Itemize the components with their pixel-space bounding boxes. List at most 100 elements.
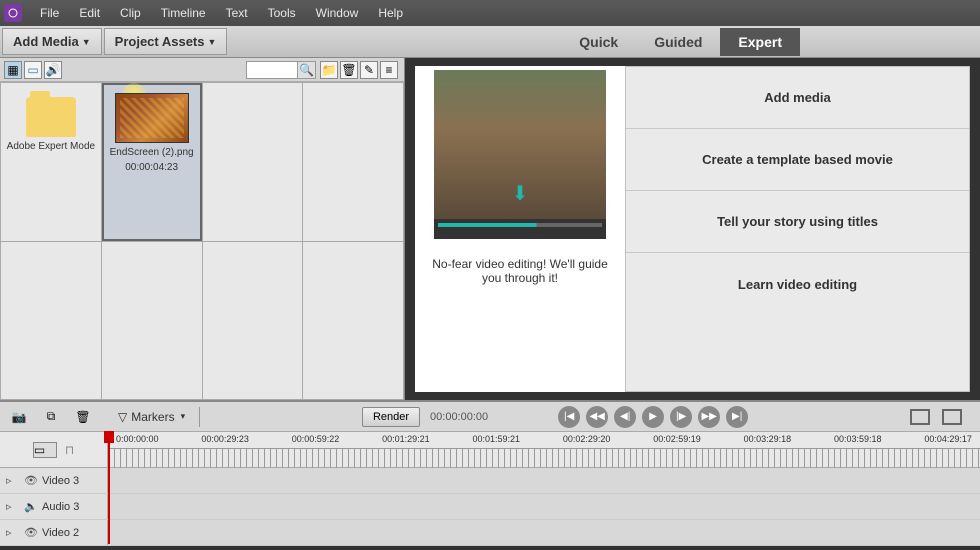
search-box: 🔍 bbox=[246, 61, 316, 79]
track-body[interactable] bbox=[108, 520, 980, 545]
ruler-tick: 00:01:29:21 bbox=[382, 434, 430, 446]
markers-dropdown[interactable]: ▽ Markers ▾ bbox=[118, 410, 185, 424]
step-back-button[interactable]: ◀◀ bbox=[586, 406, 608, 428]
eye-icon[interactable]: 👁 bbox=[24, 474, 36, 487]
marker-icon: ▽ bbox=[118, 410, 127, 424]
track-label: Video 2 bbox=[42, 527, 79, 539]
ruler-tick: 00:03:29:18 bbox=[744, 434, 792, 446]
track-header[interactable]: ▹ 👁 Video 2 bbox=[0, 520, 108, 545]
safe-margins-icon[interactable] bbox=[910, 409, 930, 425]
mode-tabs: Quick Guided Expert bbox=[561, 28, 800, 56]
preview-column: ⬇ No-fear video editing! We'll guide you… bbox=[415, 66, 625, 392]
menu-window[interactable]: Window bbox=[306, 6, 369, 20]
caret-down-icon: ▼ bbox=[82, 37, 91, 47]
toolbar: Add Media ▼ Project Assets ▼ Quick Guide… bbox=[0, 26, 980, 58]
timecode-display: 00:00:00:00 bbox=[430, 411, 488, 423]
eye-icon[interactable]: 👁 bbox=[24, 526, 36, 539]
panel-menu-icon[interactable]: ≡ bbox=[380, 61, 398, 79]
action-titles[interactable]: Tell your story using titles bbox=[626, 191, 969, 253]
transport-controls: |◀ ◀◀ ◀| ▶ |▶ ▶▶ ▶| bbox=[558, 406, 748, 428]
project-assets-label: Project Assets bbox=[115, 34, 205, 49]
ruler-tick: 00:02:29:20 bbox=[563, 434, 611, 446]
preview-thumbnail: ⬇ bbox=[434, 70, 606, 220]
ruler-tick: 0:00:00:00 bbox=[116, 434, 159, 446]
add-media-label: Add Media bbox=[13, 34, 79, 49]
zoom-slider-icon[interactable]: ▭ bbox=[33, 442, 57, 458]
ruler-tick: 00:02:59:19 bbox=[653, 434, 701, 446]
asset-folder-label: Adobe Expert Mode bbox=[7, 141, 95, 152]
menu-help[interactable]: Help bbox=[368, 6, 413, 20]
tag-icon[interactable]: ✎ bbox=[360, 61, 378, 79]
mode-expert[interactable]: Expert bbox=[720, 28, 800, 56]
track-header[interactable]: ▹ 👁 Video 3 bbox=[0, 468, 108, 493]
menu-edit[interactable]: Edit bbox=[69, 6, 110, 20]
trash-icon[interactable]: 🗑 bbox=[72, 406, 94, 428]
mode-guided[interactable]: Guided bbox=[636, 28, 720, 56]
welcome-caption: No-fear video editing! We'll guide you t… bbox=[415, 239, 625, 285]
ruler-tick: 00:00:29:23 bbox=[201, 434, 249, 446]
ruler-tick: 00:03:59:18 bbox=[834, 434, 882, 446]
track-body[interactable] bbox=[108, 494, 980, 519]
mode-quick[interactable]: Quick bbox=[561, 28, 636, 56]
step-fwd-button[interactable]: ▶▶ bbox=[698, 406, 720, 428]
asset-folder[interactable]: Adobe Expert Mode bbox=[1, 83, 101, 241]
menu-file[interactable]: File bbox=[30, 6, 69, 20]
action-template[interactable]: Create a template based movie bbox=[626, 129, 969, 191]
track-header[interactable]: ▹ 🔈 Audio 3 bbox=[0, 494, 108, 519]
ruler-timecodes: 0:00:00:00 00:00:29:23 00:00:59:22 00:01… bbox=[108, 432, 980, 448]
ruler-ticks bbox=[108, 448, 980, 468]
menubar: File Edit Clip Timeline Text Tools Windo… bbox=[0, 0, 980, 26]
timeline-panel: 📷 ⧉ 🗑 ▽ Markers ▾ Render 00:00:00:00 |◀ … bbox=[0, 400, 980, 546]
track-audio3: ▹ 🔈 Audio 3 bbox=[0, 494, 980, 520]
goto-end-button[interactable]: ▶| bbox=[726, 406, 748, 428]
fullscreen-icon[interactable] bbox=[942, 409, 962, 425]
welcome-actions: Add media Create a template based movie … bbox=[625, 66, 970, 392]
expand-icon[interactable]: ▹ bbox=[6, 526, 18, 539]
frame-fwd-button[interactable]: |▶ bbox=[670, 406, 692, 428]
assets-grid: Adobe Expert Mode EndScreen (2).png 00:0… bbox=[0, 82, 404, 400]
asset-clip-duration: 00:00:04:23 bbox=[125, 162, 178, 173]
filter-image-icon[interactable]: ▭ bbox=[24, 61, 42, 79]
timeline-ruler-row: ▭ ⊓ 0:00:00:00 00:00:29:23 00:00:59:22 0… bbox=[0, 432, 980, 468]
expand-icon[interactable]: ▹ bbox=[6, 474, 18, 487]
camera-icon[interactable]: 📷 bbox=[8, 406, 30, 428]
asset-clip-selected[interactable]: EndScreen (2).png 00:00:04:23 bbox=[102, 83, 202, 241]
frame-back-button[interactable]: ◀| bbox=[614, 406, 636, 428]
drop-arrow-icon: ⬇ bbox=[512, 181, 529, 206]
copy-icon[interactable]: ⧉ bbox=[40, 406, 62, 428]
expand-icon[interactable]: ▹ bbox=[6, 500, 18, 513]
menu-timeline[interactable]: Timeline bbox=[151, 6, 216, 20]
search-input[interactable] bbox=[246, 61, 298, 79]
magnet-icon[interactable]: ⊓ bbox=[65, 443, 74, 457]
render-button[interactable]: Render bbox=[362, 407, 420, 427]
assets-toolbar: ▦ ▭ 🔊 🔍 📁 🗑 ✎ ≡ bbox=[0, 58, 404, 82]
track-video2: ▹ 👁 Video 2 bbox=[0, 520, 980, 546]
filter-audio-icon[interactable]: 🔊 bbox=[44, 61, 62, 79]
preview-scrubber[interactable] bbox=[434, 219, 606, 239]
ruler-tick: 00:04:29:17 bbox=[924, 434, 972, 446]
filter-all-icon[interactable]: ▦ bbox=[4, 61, 22, 79]
menu-clip[interactable]: Clip bbox=[110, 6, 151, 20]
track-body[interactable] bbox=[108, 468, 980, 493]
project-assets-button[interactable]: Project Assets ▼ bbox=[104, 28, 228, 55]
goto-start-button[interactable]: |◀ bbox=[558, 406, 580, 428]
timeline-tools: ▭ ⊓ bbox=[0, 432, 108, 467]
playhead[interactable] bbox=[108, 432, 110, 544]
menu-text[interactable]: Text bbox=[216, 6, 258, 20]
menu-tools[interactable]: Tools bbox=[258, 6, 306, 20]
caret-down-icon: ▾ bbox=[181, 411, 186, 422]
add-media-button[interactable]: Add Media ▼ bbox=[2, 28, 102, 55]
track-video3: ▹ 👁 Video 3 bbox=[0, 468, 980, 494]
search-icon[interactable]: 🔍 bbox=[298, 61, 316, 79]
new-folder-icon[interactable]: 📁 bbox=[320, 61, 338, 79]
delete-icon[interactable]: 🗑 bbox=[340, 61, 358, 79]
speaker-icon[interactable]: 🔈 bbox=[24, 500, 36, 513]
asset-empty-cell bbox=[303, 242, 403, 400]
asset-empty-cell bbox=[203, 242, 303, 400]
timeline-ruler[interactable]: 0:00:00:00 00:00:29:23 00:00:59:22 00:01… bbox=[108, 432, 980, 467]
action-learn[interactable]: Learn video editing bbox=[626, 253, 969, 315]
ruler-tick: 00:00:59:22 bbox=[292, 434, 340, 446]
action-add-media[interactable]: Add media bbox=[626, 67, 969, 129]
play-button[interactable]: ▶ bbox=[642, 406, 664, 428]
folder-icon bbox=[26, 97, 76, 137]
